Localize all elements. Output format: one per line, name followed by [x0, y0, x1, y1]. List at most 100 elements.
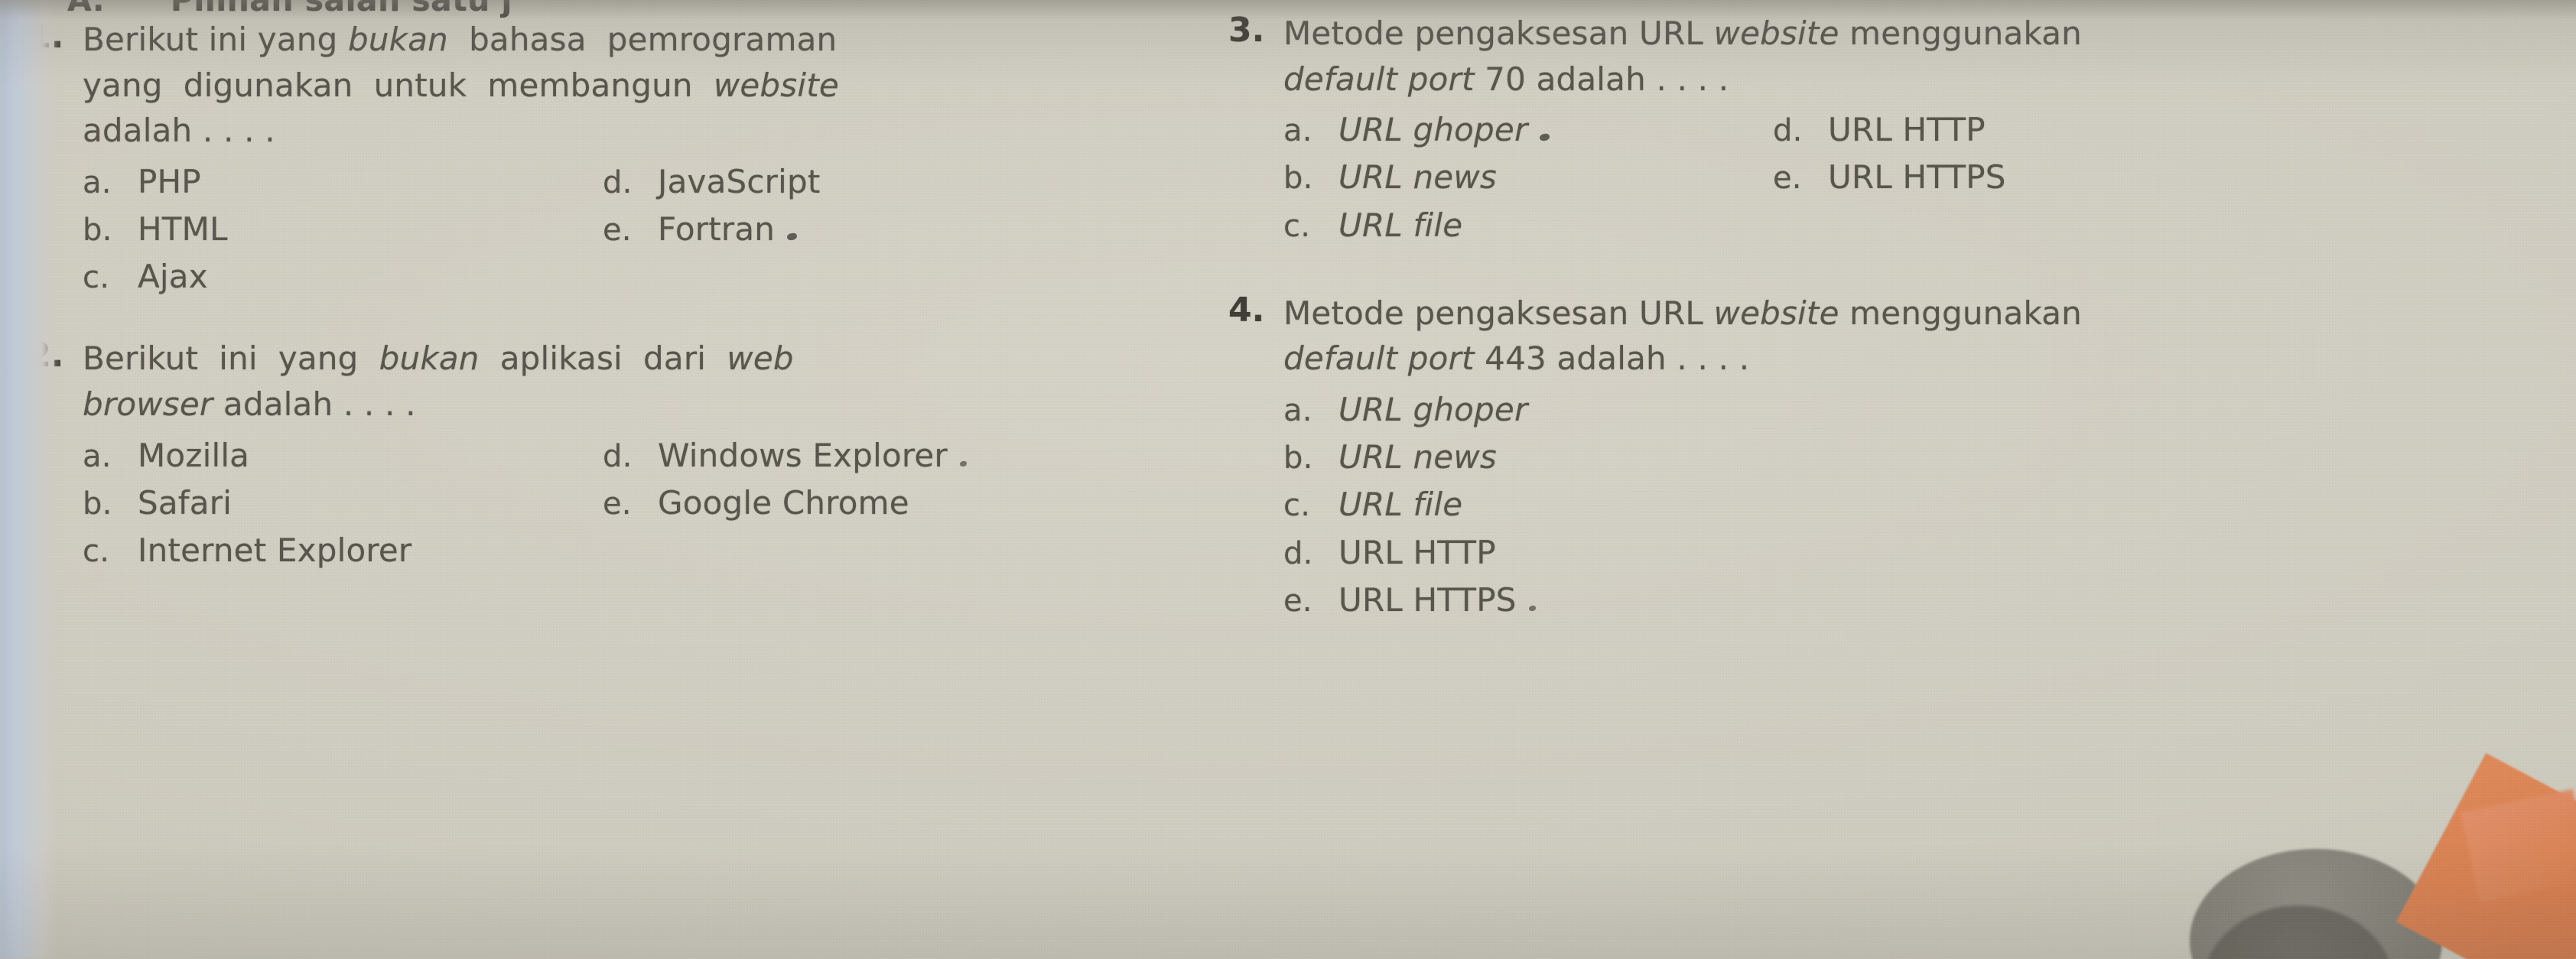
option-row: c. Internet Explorer	[83, 527, 1190, 574]
option-2b[interactable]: b. Safari	[83, 480, 603, 527]
option-4c[interactable]: c. URL file	[1283, 481, 1462, 528]
option-1c[interactable]: c. Ajax	[83, 253, 603, 301]
option-4b[interactable]: b. URL news	[1283, 434, 1497, 481]
section-label: A.	[67, 0, 105, 18]
section-title: Pilihan salah satu j	[170, 0, 512, 18]
option-3e[interactable]: e. URL HTTPS	[1773, 154, 2006, 201]
option-label: Google Chrome	[658, 483, 909, 522]
option-letter: e.	[603, 486, 632, 522]
option-letter: e.	[1773, 161, 1802, 197]
option-letter: c.	[83, 260, 110, 296]
option-3b[interactable]: b. URL news	[1283, 154, 1773, 201]
option-row: c. Ajax	[83, 253, 1190, 301]
option-label: URL ghoper	[1338, 391, 1528, 429]
option-label: Ajax	[138, 258, 208, 296]
option-3a[interactable]: a. URL ghoper	[1283, 106, 1773, 154]
option-3d[interactable]: d. URL HTTP	[1773, 106, 1986, 154]
pencil-mark-icon	[959, 460, 968, 467]
option-2a[interactable]: a. Mozilla	[83, 432, 603, 480]
left-column: 1. Berikut ini yang bukan bahasa pemrogr…	[28, 17, 1190, 574]
option-letter: d.	[1773, 113, 1803, 149]
page-edge-glare-inner	[0, 0, 23, 959]
option-2d[interactable]: d. Windows Explorer	[603, 432, 968, 480]
option-letter: b.	[83, 486, 112, 522]
question-2-options: a. Mozilla d. Windows Explorer b. Safari	[83, 432, 1190, 575]
option-letter: e.	[603, 213, 632, 249]
option-letter: b.	[83, 213, 112, 249]
option-letter: d.	[1283, 535, 1313, 571]
option-4d[interactable]: d. URL HTTP	[1283, 529, 1496, 577]
option-letter: c.	[1283, 488, 1311, 524]
option-label: PHP	[138, 162, 201, 200]
right-column: 3. Metode pengaksesan URL website menggu…	[1228, 11, 2529, 624]
question-4-options: a. URL ghoper b. URL news c. URL file d.…	[1283, 386, 2529, 624]
option-4a[interactable]: a. URL ghoper	[1283, 386, 1527, 434]
option-2e[interactable]: e. Google Chrome	[603, 480, 909, 527]
question-4-text: Metode pengaksesan URL website menggunak…	[1283, 294, 2082, 378]
option-row: d. URL HTTP	[1283, 529, 2529, 577]
option-row: a. Mozilla d. Windows Explorer	[83, 432, 1190, 480]
question-4-number: 4.	[1228, 290, 1265, 330]
option-label: URL HTTP	[1828, 111, 1986, 149]
option-letter: c.	[1283, 208, 1311, 244]
option-1b[interactable]: b. HTML	[83, 206, 603, 253]
option-letter: a.	[83, 164, 112, 200]
question-3-text: Metode pengaksesan URL website menggunak…	[1283, 15, 2082, 98]
question-4: 4. Metode pengaksesan URL website menggu…	[1228, 291, 2529, 624]
option-1d[interactable]: d. JavaScript	[603, 158, 821, 206]
option-letter: c.	[83, 534, 110, 570]
option-4e[interactable]: e. URL HTTPS	[1283, 577, 1537, 624]
option-letter: a.	[1283, 113, 1312, 149]
option-label: URL HTTP	[1338, 533, 1496, 571]
option-row: c. URL file	[1283, 481, 2529, 528]
option-letter: d.	[603, 438, 633, 474]
option-1a[interactable]: a. PHP	[83, 158, 603, 206]
question-1: 1. Berikut ini yang bukan bahasa pemrogr…	[28, 17, 1190, 301]
option-label: HTML	[138, 210, 228, 249]
option-label: URL file	[1338, 206, 1463, 244]
option-label: URL HTTPS	[1338, 580, 1517, 619]
question-1-text: Berikut ini yang bukan bahasa pemrograma…	[83, 21, 839, 150]
question-2-number: 2.	[28, 336, 64, 375]
option-row: c. URL file	[1283, 202, 2529, 249]
option-label: URL ghoper	[1338, 111, 1528, 149]
option-label: URL news	[1338, 158, 1497, 197]
option-row: b. HTML e. Fortran	[83, 206, 1190, 253]
option-label: Windows Explorer	[658, 436, 948, 474]
pencil-mark-icon	[1539, 133, 1550, 142]
option-letter: d.	[603, 164, 633, 200]
question-1-number: 1.	[28, 17, 64, 56]
option-letter: e.	[1283, 583, 1312, 619]
option-row: a. URL ghoper d. URL HTTP	[1283, 106, 2529, 154]
option-label: URL news	[1338, 438, 1497, 476]
question-3-options: a. URL ghoper d. URL HTTP b. URL news e.…	[1283, 106, 2529, 249]
option-3c[interactable]: c. URL file	[1283, 202, 1773, 249]
question-3: 3. Metode pengaksesan URL website menggu…	[1228, 11, 2529, 249]
option-2c[interactable]: c. Internet Explorer	[83, 527, 603, 574]
pencil-mark-icon	[1528, 605, 1537, 612]
option-row: a. PHP d. JavaScript	[83, 158, 1190, 206]
question-3-number: 3.	[1228, 11, 1265, 50]
option-label: Internet Explorer	[138, 532, 412, 570]
section-heading: A. Pilihan salah satu j	[67, 0, 512, 18]
option-1e[interactable]: e. Fortran	[603, 206, 798, 253]
option-label: Fortran	[658, 210, 776, 249]
question-2-text: Berikut ini yang bukan aplikasi dari web…	[83, 340, 794, 424]
question-2: 2. Berikut ini yang bukan aplikasi dari …	[28, 336, 1190, 574]
option-label: Safari	[138, 483, 233, 522]
scanned-page: A. Pilihan salah satu j 1. Berikut ini ya…	[0, 0, 2576, 959]
option-letter: b.	[1283, 161, 1313, 197]
option-row: b. Safari e. Google Chrome	[83, 480, 1190, 527]
option-row: b. URL news e. URL HTTPS	[1283, 154, 2529, 201]
option-letter: a.	[1283, 393, 1312, 429]
question-1-options: a. PHP d. JavaScript b. HTML e. Fortran …	[83, 158, 1190, 301]
option-label: URL HTTPS	[1828, 158, 2006, 197]
pencil-mark-icon	[786, 232, 798, 241]
option-label: JavaScript	[658, 162, 821, 200]
option-row: e. URL HTTPS	[1283, 577, 2529, 624]
option-row: b. URL news	[1283, 434, 2529, 481]
option-letter: b.	[1283, 440, 1313, 476]
option-letter: a.	[83, 438, 112, 474]
option-label: Mozilla	[138, 436, 250, 474]
option-label: URL file	[1338, 486, 1463, 524]
